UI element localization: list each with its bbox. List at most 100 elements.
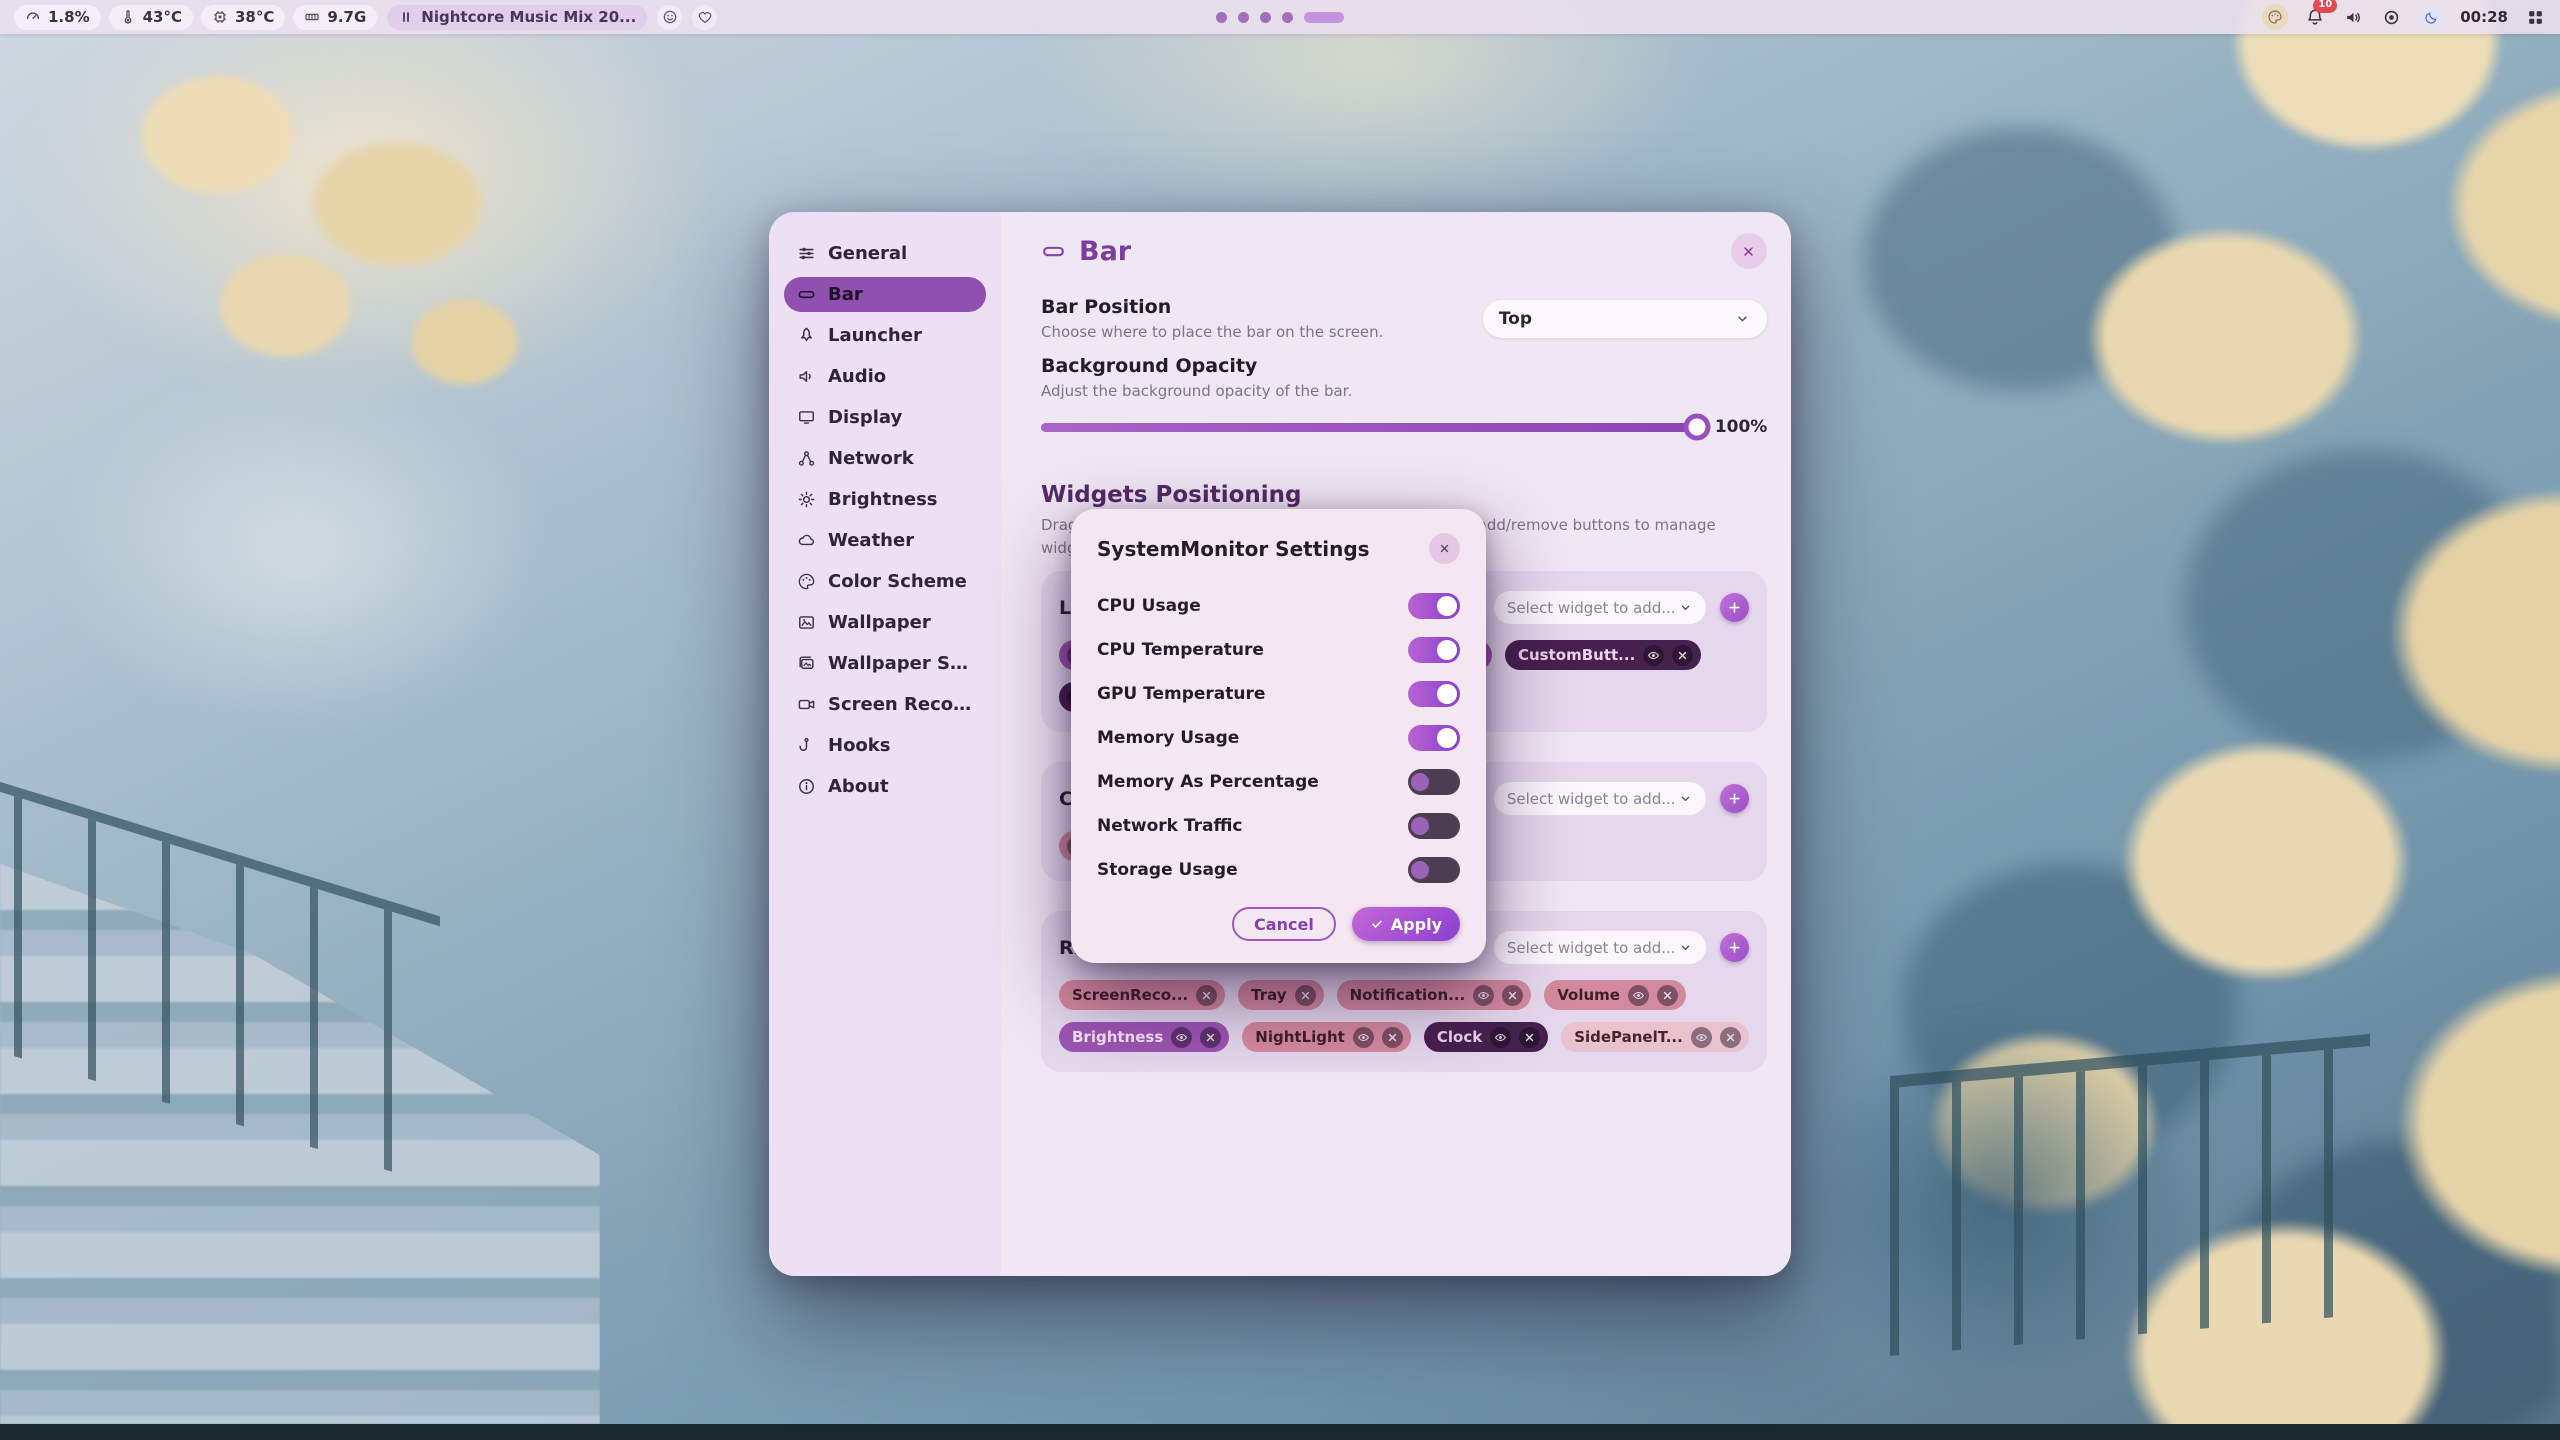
add-widget-select[interactable]: Select widget to add... bbox=[1494, 591, 1706, 624]
setting-row: Memory As Percentage bbox=[1097, 760, 1460, 804]
visibility-toggle-icon[interactable] bbox=[1643, 645, 1664, 666]
plus-icon bbox=[1727, 791, 1742, 806]
remove-widget-icon[interactable] bbox=[1519, 1027, 1540, 1048]
media-title: Nightcore Music Mix 20... bbox=[421, 8, 636, 26]
remove-widget-icon[interactable] bbox=[1382, 1027, 1403, 1048]
toggle-network-traffic[interactable] bbox=[1408, 813, 1460, 839]
system-stat-chip[interactable]: 9.7G bbox=[293, 5, 377, 30]
sidebar-item-general[interactable]: General bbox=[784, 236, 986, 271]
sidebar-item-about[interactable]: About bbox=[784, 769, 986, 804]
widget-chip-clock[interactable]: Clock bbox=[1424, 1022, 1548, 1052]
widget-chip-tray[interactable]: Tray bbox=[1238, 980, 1323, 1010]
remove-widget-icon[interactable] bbox=[1200, 1027, 1221, 1048]
visibility-toggle-icon[interactable] bbox=[1628, 985, 1649, 1006]
apply-button[interactable]: Apply bbox=[1352, 907, 1460, 941]
workspace-dot[interactable] bbox=[1282, 12, 1293, 23]
sidebar-item-hooks[interactable]: Hooks bbox=[784, 728, 986, 763]
system-stat-chip[interactable]: 1.8% bbox=[14, 5, 101, 30]
night-light-button[interactable] bbox=[2418, 4, 2444, 30]
opacity-slider-knob[interactable] bbox=[1683, 414, 1710, 441]
remove-widget-icon[interactable] bbox=[1720, 1027, 1741, 1048]
sidebar-item-label: Screen Recorder bbox=[828, 694, 973, 715]
add-widget-button[interactable] bbox=[1720, 933, 1749, 962]
favorites-button[interactable] bbox=[692, 5, 717, 30]
color-picker-button[interactable] bbox=[2262, 4, 2288, 30]
wallpaper-icon bbox=[797, 613, 816, 632]
sidebar-item-network[interactable]: Network bbox=[784, 441, 986, 476]
record-button[interactable] bbox=[2380, 6, 2402, 28]
setting-label: GPU Temperature bbox=[1097, 684, 1265, 704]
sidebar-item-audio[interactable]: Audio bbox=[784, 359, 986, 394]
add-widget-select[interactable]: Select widget to add... bbox=[1494, 931, 1706, 964]
bar-position-dropdown[interactable]: Top bbox=[1483, 300, 1767, 338]
grid-icon bbox=[2526, 8, 2545, 27]
opacity-slider[interactable] bbox=[1041, 423, 1697, 432]
widget-chip-screenreco[interactable]: ScreenReco... bbox=[1059, 980, 1225, 1010]
close-icon bbox=[1741, 244, 1756, 259]
visibility-toggle-icon[interactable] bbox=[1353, 1027, 1374, 1048]
clock[interactable]: 00:28 bbox=[2460, 8, 2508, 26]
sidebar-item-wallpaper[interactable]: Wallpaper bbox=[784, 605, 986, 640]
remove-widget-icon[interactable] bbox=[1672, 645, 1693, 666]
notifications-button[interactable]: 10 bbox=[2304, 6, 2326, 28]
remove-widget-icon[interactable] bbox=[1196, 985, 1217, 1006]
sidebar-item-weather[interactable]: Weather bbox=[784, 523, 986, 558]
widget-chip-custombutt[interactable]: CustomButt... bbox=[1505, 640, 1701, 670]
systemmonitor-settings-modal: SystemMonitor Settings CPU Usage CPU Tem… bbox=[1071, 509, 1486, 963]
visibility-toggle-icon[interactable] bbox=[1691, 1027, 1712, 1048]
record-icon bbox=[2382, 8, 2401, 27]
workspace-dot[interactable] bbox=[1216, 12, 1227, 23]
toggle-cpu-temperature[interactable] bbox=[1408, 637, 1460, 663]
toggle-storage-usage[interactable] bbox=[1408, 857, 1460, 883]
emoji-button[interactable] bbox=[657, 5, 682, 30]
setting-row: Memory Usage bbox=[1097, 716, 1460, 760]
system-stat-chip[interactable]: 38°C bbox=[201, 5, 285, 30]
add-widget-select[interactable]: Select widget to add... bbox=[1494, 782, 1706, 815]
workspace-active-pill[interactable] bbox=[1304, 12, 1344, 23]
widget-chip-notification[interactable]: Notification... bbox=[1337, 980, 1532, 1010]
sidebar-item-display[interactable]: Display bbox=[784, 400, 986, 435]
sidebar-item-launcher[interactable]: Launcher bbox=[784, 318, 986, 353]
workspace-dot[interactable] bbox=[1260, 12, 1271, 23]
workspace-dot[interactable] bbox=[1238, 12, 1249, 23]
cancel-button[interactable]: Cancel bbox=[1232, 907, 1336, 941]
wallpapers-icon bbox=[797, 654, 816, 673]
toggle-gpu-temperature[interactable] bbox=[1408, 681, 1460, 707]
setting-label: Memory Usage bbox=[1097, 728, 1239, 748]
visibility-toggle-icon[interactable] bbox=[1171, 1027, 1192, 1048]
widget-chip-brightness[interactable]: Brightness bbox=[1059, 1022, 1229, 1052]
opacity-slider-fill bbox=[1041, 423, 1697, 432]
system-stat-chip[interactable]: 43°C bbox=[109, 5, 193, 30]
widget-chip-nightlight[interactable]: NightLight bbox=[1242, 1022, 1411, 1052]
remove-widget-icon[interactable] bbox=[1657, 985, 1678, 1006]
toggle-memory-usage[interactable] bbox=[1408, 725, 1460, 751]
app-launcher-button[interactable] bbox=[2524, 6, 2546, 28]
widget-chip-volume[interactable]: Volume bbox=[1544, 980, 1686, 1010]
window-close-button[interactable] bbox=[1731, 233, 1767, 269]
visibility-toggle-icon[interactable] bbox=[1490, 1027, 1511, 1048]
widget-chip-sidepanelt[interactable]: SidePanelT... bbox=[1561, 1022, 1749, 1052]
toggle-memory-as-percentage[interactable] bbox=[1408, 769, 1460, 795]
visibility-toggle-icon[interactable] bbox=[1473, 985, 1494, 1006]
sidebar-item-label: Hooks bbox=[828, 735, 890, 756]
wallpaper-bottom-edge bbox=[0, 1424, 2560, 1440]
remove-widget-icon[interactable] bbox=[1295, 985, 1316, 1006]
remove-widget-icon[interactable] bbox=[1502, 985, 1523, 1006]
bar-position-value: Top bbox=[1499, 309, 1532, 329]
sidebar-item-bar[interactable]: Bar bbox=[784, 277, 986, 312]
add-widget-button[interactable] bbox=[1720, 593, 1749, 622]
background-opacity-setting: Background Opacity Adjust the background… bbox=[1041, 355, 1767, 442]
sidebar-item-color-scheme[interactable]: Color Scheme bbox=[784, 564, 986, 599]
sidebar-item-screen-recorder[interactable]: Screen Recorder bbox=[784, 687, 986, 722]
volume-button[interactable] bbox=[2342, 6, 2364, 28]
sidebar-item-wallpaper-selector[interactable]: Wallpaper Selector bbox=[784, 646, 986, 681]
smiley-icon bbox=[662, 9, 678, 25]
modal-close-button[interactable] bbox=[1429, 533, 1460, 564]
add-widget-button[interactable] bbox=[1720, 784, 1749, 813]
add-widget-placeholder: Select widget to add... bbox=[1507, 790, 1676, 808]
sidebar-item-brightness[interactable]: Brightness bbox=[784, 482, 986, 517]
display-icon bbox=[797, 408, 816, 427]
media-player-widget[interactable]: Nightcore Music Mix 20... bbox=[387, 5, 647, 30]
toggle-cpu-usage[interactable] bbox=[1408, 593, 1460, 619]
opacity-value: 100% bbox=[1715, 417, 1767, 437]
